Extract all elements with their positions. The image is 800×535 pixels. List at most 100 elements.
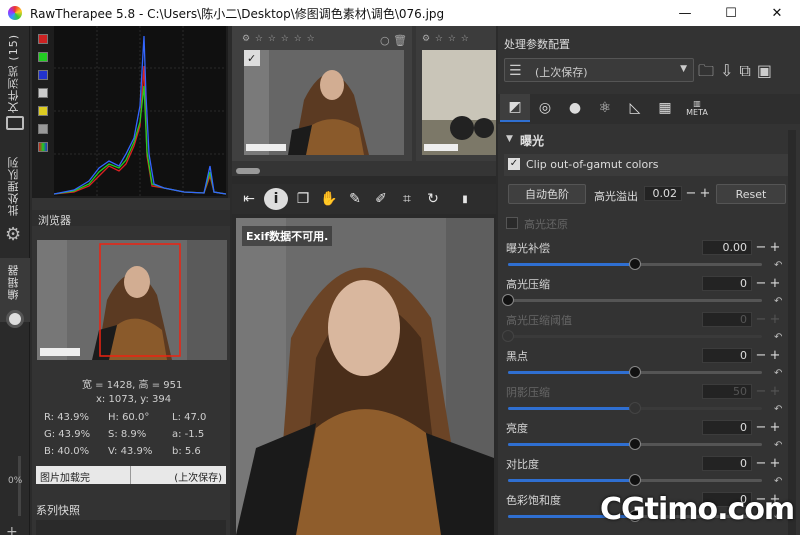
maximize-button[interactable]: ☐ — [708, 0, 754, 26]
bar-toggle[interactable] — [38, 142, 48, 152]
readout-h: H: 60.0° — [108, 412, 150, 423]
increment-button[interactable]: + — [768, 349, 782, 363]
slider-label: 高光压缩阈值 — [506, 314, 572, 327]
overflow-plus[interactable]: + — [698, 187, 712, 201]
slider-handle[interactable] — [629, 258, 641, 270]
profile-actions[interactable]: 🗀⇩⧉▣ — [698, 60, 778, 87]
slider-value[interactable]: 0 — [702, 420, 752, 435]
trash-icon[interactable]: ○ 🗑 — [380, 34, 407, 47]
overflow-minus[interactable]: − — [684, 187, 698, 201]
highlight-recon-checkbox[interactable] — [506, 217, 518, 229]
advanced-tab-icon[interactable]: ⚛ — [590, 94, 620, 122]
reset-arrow-icon[interactable]: ↶ — [774, 260, 782, 271]
slider-handle[interactable] — [629, 474, 641, 486]
detail-tab-icon[interactable]: ◎ — [530, 94, 560, 122]
color-tab-icon[interactable]: ● — [560, 94, 590, 122]
increment-button[interactable]: + — [768, 385, 782, 399]
slider-value[interactable]: 0 — [702, 312, 752, 327]
reset-arrow-icon[interactable]: ↶ — [774, 296, 782, 307]
auto-levels-button[interactable]: 自动色阶 — [508, 184, 586, 204]
tab-editor[interactable]: 编辑器 — [6, 264, 22, 300]
exposure-tab-icon[interactable]: ◩ — [500, 94, 530, 122]
slider-handle[interactable] — [502, 294, 514, 306]
folder-icon[interactable] — [6, 116, 24, 130]
snapshots-list[interactable] — [36, 520, 226, 535]
decrement-button[interactable]: − — [754, 241, 768, 255]
slider-handle[interactable] — [502, 330, 514, 342]
slider-track[interactable] — [508, 258, 762, 270]
decrement-button[interactable]: − — [754, 457, 768, 471]
meta-tab-icon[interactable]: ▥ META — [682, 94, 712, 122]
info-icon[interactable]: i — [264, 188, 288, 210]
filmstrip-thumb[interactable]: ⚙ ☆ ☆ ☆ — [416, 26, 496, 161]
scrollbar[interactable] — [788, 130, 796, 535]
reset-arrow-icon[interactable]: ↶ — [774, 368, 782, 379]
crop-icon[interactable]: ⌗ — [396, 188, 418, 210]
lock-icon[interactable]: ▮ — [454, 188, 476, 210]
add-icon[interactable]: + — [6, 524, 18, 535]
navigator-thumbnail[interactable] — [37, 240, 227, 360]
rotate-icon[interactable]: ↻ — [422, 188, 444, 210]
cursor-coords: x: 1073, y: 394 — [96, 394, 172, 405]
slider-handle[interactable] — [629, 438, 641, 450]
increment-button[interactable]: + — [768, 421, 782, 435]
panel-toggle-icon[interactable]: ⇤ — [238, 188, 260, 210]
slider-track[interactable] — [502, 330, 762, 342]
decrement-button[interactable]: − — [754, 421, 768, 435]
color-picker-icon[interactable]: ✎ — [344, 188, 366, 210]
gear-icon[interactable]: ⚙ — [5, 224, 21, 245]
increment-button[interactable]: + — [768, 277, 782, 291]
transform-tab-icon[interactable]: ◺ — [620, 94, 650, 122]
image-preview[interactable]: Exif数据不可用. — [236, 218, 494, 535]
raw-tab-icon[interactable]: ▦ — [650, 94, 680, 122]
slider-value[interactable]: 0.00 — [702, 240, 752, 255]
reset-button[interactable]: Reset — [716, 184, 786, 204]
hand-icon[interactable]: ✋ — [318, 188, 340, 210]
slider-value[interactable]: 50 — [702, 384, 752, 399]
slider-track[interactable] — [508, 366, 762, 378]
tab-file-browser[interactable]: 文件浏览 (15) — [6, 34, 22, 113]
slider-track[interactable] — [502, 294, 762, 306]
profile-dropdown[interactable]: ☰ (上次保存) ▼ — [504, 58, 694, 82]
chroma-toggle[interactable] — [38, 106, 48, 116]
increment-button[interactable]: + — [768, 241, 782, 255]
clip-checkbox[interactable]: ✓ — [508, 158, 520, 170]
slider-handle[interactable] — [629, 366, 641, 378]
decrement-button[interactable]: − — [754, 277, 768, 291]
clip-row[interactable]: ✓ Clip out-of-gamut colors — [504, 154, 788, 176]
increment-button[interactable]: + — [768, 457, 782, 471]
highlight-recon-label: 高光还原 — [524, 218, 568, 231]
before-after-icon[interactable]: ❐ — [292, 188, 314, 210]
slider-value[interactable]: 0 — [702, 276, 752, 291]
slider-value[interactable]: 0 — [702, 348, 752, 363]
increment-button[interactable]: + — [768, 313, 782, 327]
slider-track[interactable] — [508, 474, 762, 486]
minimize-button[interactable]: — — [662, 0, 708, 26]
slider-track[interactable] — [508, 402, 762, 414]
filmstrip-thumb-selected[interactable]: ⚙ ☆ ☆ ☆ ☆ ☆ ○ 🗑 ✓ — [232, 26, 412, 161]
slider-track[interactable] — [508, 438, 762, 450]
filmstrip-scrollbar[interactable] — [236, 168, 260, 174]
overflow-value[interactable]: 0.02 — [644, 186, 682, 201]
green-channel-toggle[interactable] — [38, 52, 48, 62]
section-title: 曝光 — [520, 134, 545, 148]
white-balance-picker-icon[interactable]: ✐ — [370, 188, 392, 210]
close-button[interactable]: ✕ — [754, 0, 800, 26]
collapse-icon[interactable]: ▼ — [506, 134, 513, 144]
reset-arrow-icon[interactable]: ↶ — [774, 404, 782, 415]
decrement-button[interactable]: − — [754, 385, 768, 399]
reset-arrow-icon[interactable]: ↶ — [774, 476, 782, 487]
slider-value[interactable]: 0 — [702, 456, 752, 471]
tab-batch-queue[interactable]: 批处理队列 — [6, 156, 22, 216]
decrement-button[interactable]: − — [754, 349, 768, 363]
blue-channel-toggle[interactable] — [38, 70, 48, 80]
left-tab-bar: 文件浏览 (15) 批处理队列 ⚙ 编辑器 0% + — [0, 26, 30, 535]
slider-handle[interactable] — [629, 402, 641, 414]
reset-arrow-icon[interactable]: ↶ — [774, 440, 782, 451]
reset-arrow-icon[interactable]: ↶ — [774, 332, 782, 343]
aperture-icon[interactable] — [6, 310, 24, 328]
raw-toggle[interactable] — [38, 124, 48, 134]
red-channel-toggle[interactable] — [38, 34, 48, 44]
luminance-toggle[interactable] — [38, 88, 48, 98]
decrement-button[interactable]: − — [754, 313, 768, 327]
